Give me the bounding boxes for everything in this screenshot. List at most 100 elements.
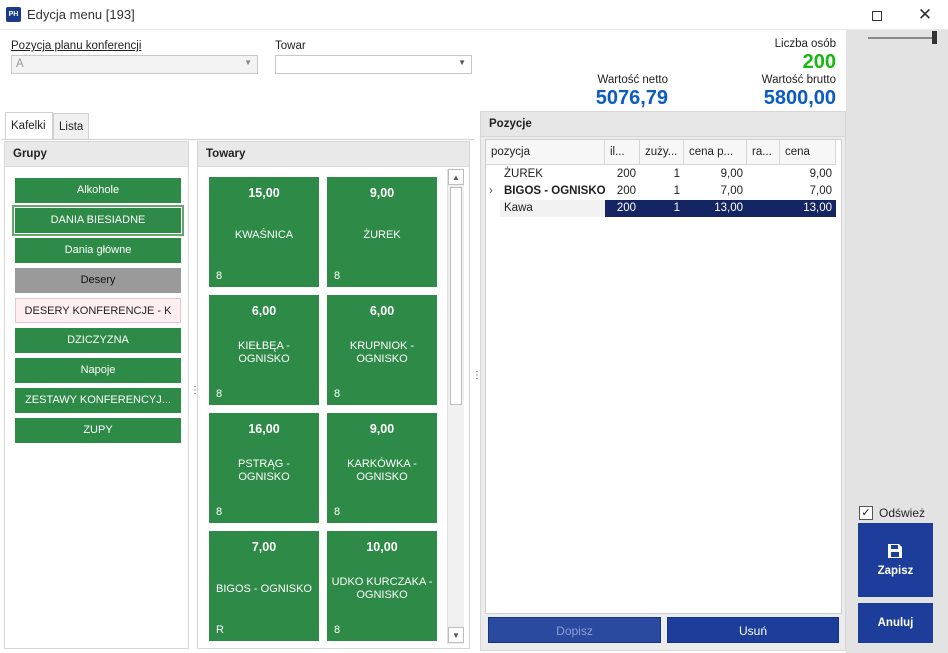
tile-code: 8: [334, 506, 341, 518]
tile-price: 6,00: [369, 304, 395, 318]
tab-kafelki[interactable]: Kafelki: [5, 112, 53, 140]
liczba-osob-value: 200: [802, 51, 836, 73]
cell-ra: [747, 200, 780, 217]
tab-divider: [1, 139, 474, 140]
anuluj-button[interactable]: Anuluj: [858, 603, 933, 643]
cell-ra: [747, 166, 780, 183]
tile-name: PSTRĄG - OGNISKO: [238, 458, 290, 483]
towary-scrollbar[interactable]: ▲ ▼: [447, 169, 464, 644]
product-tile[interactable]: 9,00 KARKÓWKA - OGNISKO 8: [327, 413, 437, 523]
tile-price: 10,00: [366, 540, 398, 554]
pozycja-label: Pozycja planu konferencji: [11, 40, 142, 52]
scroll-thumb[interactable]: [450, 187, 462, 405]
product-tile[interactable]: 6,00 KRUPNIOK -OGNISKO 8: [327, 295, 437, 405]
title-bar: PH Edycja menu [193] ✕: [0, 0, 948, 30]
maximize-button[interactable]: [854, 0, 900, 30]
close-button[interactable]: ✕: [902, 0, 948, 30]
tile-code: R: [216, 624, 224, 636]
column-header[interactable]: ra...: [747, 140, 780, 165]
cell-pozycja: ŻUREK: [504, 168, 543, 180]
tile-code: 8: [216, 506, 223, 518]
pozycje-heading: Pozycje: [481, 112, 845, 137]
tile-price: 16,00: [248, 422, 280, 436]
tile-name: KARKÓWKA - OGNISKO: [347, 458, 417, 483]
tile-name: UDKO KURCZAKA - OGNISKO: [331, 576, 433, 601]
splitter-grip-icon[interactable]: ⋮: [472, 371, 482, 381]
pozycja-value: A: [16, 58, 24, 70]
group-button[interactable]: Alkohole: [15, 178, 181, 203]
product-tile[interactable]: 7,00 BIGOS - OGNISKO R: [209, 531, 319, 641]
tile-name: BIGOS - OGNISKO: [216, 582, 312, 595]
grupy-heading: Grupy: [5, 142, 188, 167]
pozycja-combo[interactable]: A ▼: [11, 55, 258, 74]
chevron-down-icon: ▼: [458, 58, 466, 67]
tile-price: 6,00: [251, 304, 277, 318]
splitter-grip-icon[interactable]: ⋮: [190, 386, 200, 396]
tile-name: ŻUREK: [363, 228, 401, 241]
group-button[interactable]: ZESTAWY KONFERENCYJ...: [15, 388, 181, 413]
group-button[interactable]: DZICZYZNA: [15, 328, 181, 353]
towar-label: Towar: [275, 40, 306, 52]
towary-heading: Towary: [198, 142, 469, 167]
product-tile[interactable]: 10,00 UDKO KURCZAKA - OGNISKO 8: [327, 531, 437, 641]
wartosc-netto-value: 5076,79: [595, 87, 668, 109]
cell-cena-p: 13,00: [684, 200, 747, 217]
tile-code: 8: [216, 388, 223, 400]
column-header[interactable]: zuży...: [640, 140, 684, 165]
scroll-up-icon[interactable]: ▲: [448, 169, 464, 185]
window-title: Edycja menu [193]: [27, 7, 135, 22]
dopisz-button[interactable]: Dopisz: [488, 617, 661, 643]
cell-il: 200: [616, 168, 636, 180]
cell-cena: 7,00: [809, 185, 832, 197]
group-button[interactable]: Dania główne: [15, 238, 181, 263]
product-tile[interactable]: 9,00 ŻUREK 8: [327, 177, 437, 287]
zapisz-label: Zapisz: [877, 565, 914, 577]
cell-cena-p: 9,00: [720, 168, 743, 180]
group-button[interactable]: DANIA BIESIADNE: [12, 205, 184, 236]
expand-chevron-icon[interactable]: ›: [486, 183, 500, 200]
tile-code: 8: [334, 624, 341, 636]
tile-name: KRUPNIOK -OGNISKO: [349, 340, 415, 365]
odswiez-checkbox[interactable]: ✓: [859, 506, 873, 520]
tab-lista[interactable]: Lista: [53, 113, 89, 140]
cell-ra: [747, 183, 780, 200]
cell-cena-p: 7,00: [720, 185, 743, 197]
tile-price: 9,00: [369, 422, 395, 436]
tile-price: 7,00: [251, 540, 277, 554]
cell-zuzy: 1: [673, 185, 680, 197]
product-tile[interactable]: 16,00 PSTRĄG - OGNISKO 8: [209, 413, 319, 523]
tile-code: 8: [216, 270, 223, 282]
column-header[interactable]: cena p...: [684, 140, 747, 165]
towar-combo[interactable]: ▼: [275, 55, 472, 74]
close-icon: ✕: [917, 5, 933, 24]
usun-button[interactable]: Usuń: [667, 617, 839, 643]
column-header[interactable]: il...: [605, 140, 640, 165]
tile-price: 9,00: [369, 186, 395, 200]
column-header[interactable]: pozycja: [486, 140, 605, 165]
liczba-osob-label: Liczba osób: [774, 38, 836, 50]
zapisz-button[interactable]: Zapisz: [858, 523, 933, 597]
wartosc-brutto-value: 5800,00: [763, 87, 836, 109]
scroll-down-icon[interactable]: ▼: [448, 627, 464, 643]
tile-code: 8: [334, 388, 341, 400]
group-button[interactable]: Desery: [15, 268, 181, 293]
cell-zuzy: 1: [673, 168, 680, 180]
group-button[interactable]: DESERY KONFERENCJE - K: [15, 298, 181, 323]
wartosc-brutto-label: Wartość brutto: [761, 74, 836, 86]
column-header[interactable]: cena: [780, 140, 836, 165]
group-button[interactable]: Napoje: [15, 358, 181, 383]
save-icon: [888, 544, 902, 558]
cell-pozycja: Kawa: [500, 200, 605, 217]
maximize-icon: [872, 11, 882, 22]
chevron-down-icon: ▼: [244, 58, 252, 67]
tile-price: 15,00: [248, 186, 280, 200]
product-tile[interactable]: 15,00 KWAŚNICA 8: [209, 177, 319, 287]
cell-il: 200: [616, 185, 636, 197]
zoom-slider-track[interactable]: [868, 37, 934, 39]
zoom-slider-thumb[interactable]: [932, 31, 937, 44]
cell-cena: 13,00: [780, 200, 836, 217]
app-logo-icon: PH: [6, 7, 21, 22]
tile-name: KIEŁBĘA - OGNISKO: [238, 340, 290, 365]
group-button[interactable]: ZUPY: [15, 418, 181, 443]
product-tile[interactable]: 6,00 KIEŁBĘA - OGNISKO 8: [209, 295, 319, 405]
